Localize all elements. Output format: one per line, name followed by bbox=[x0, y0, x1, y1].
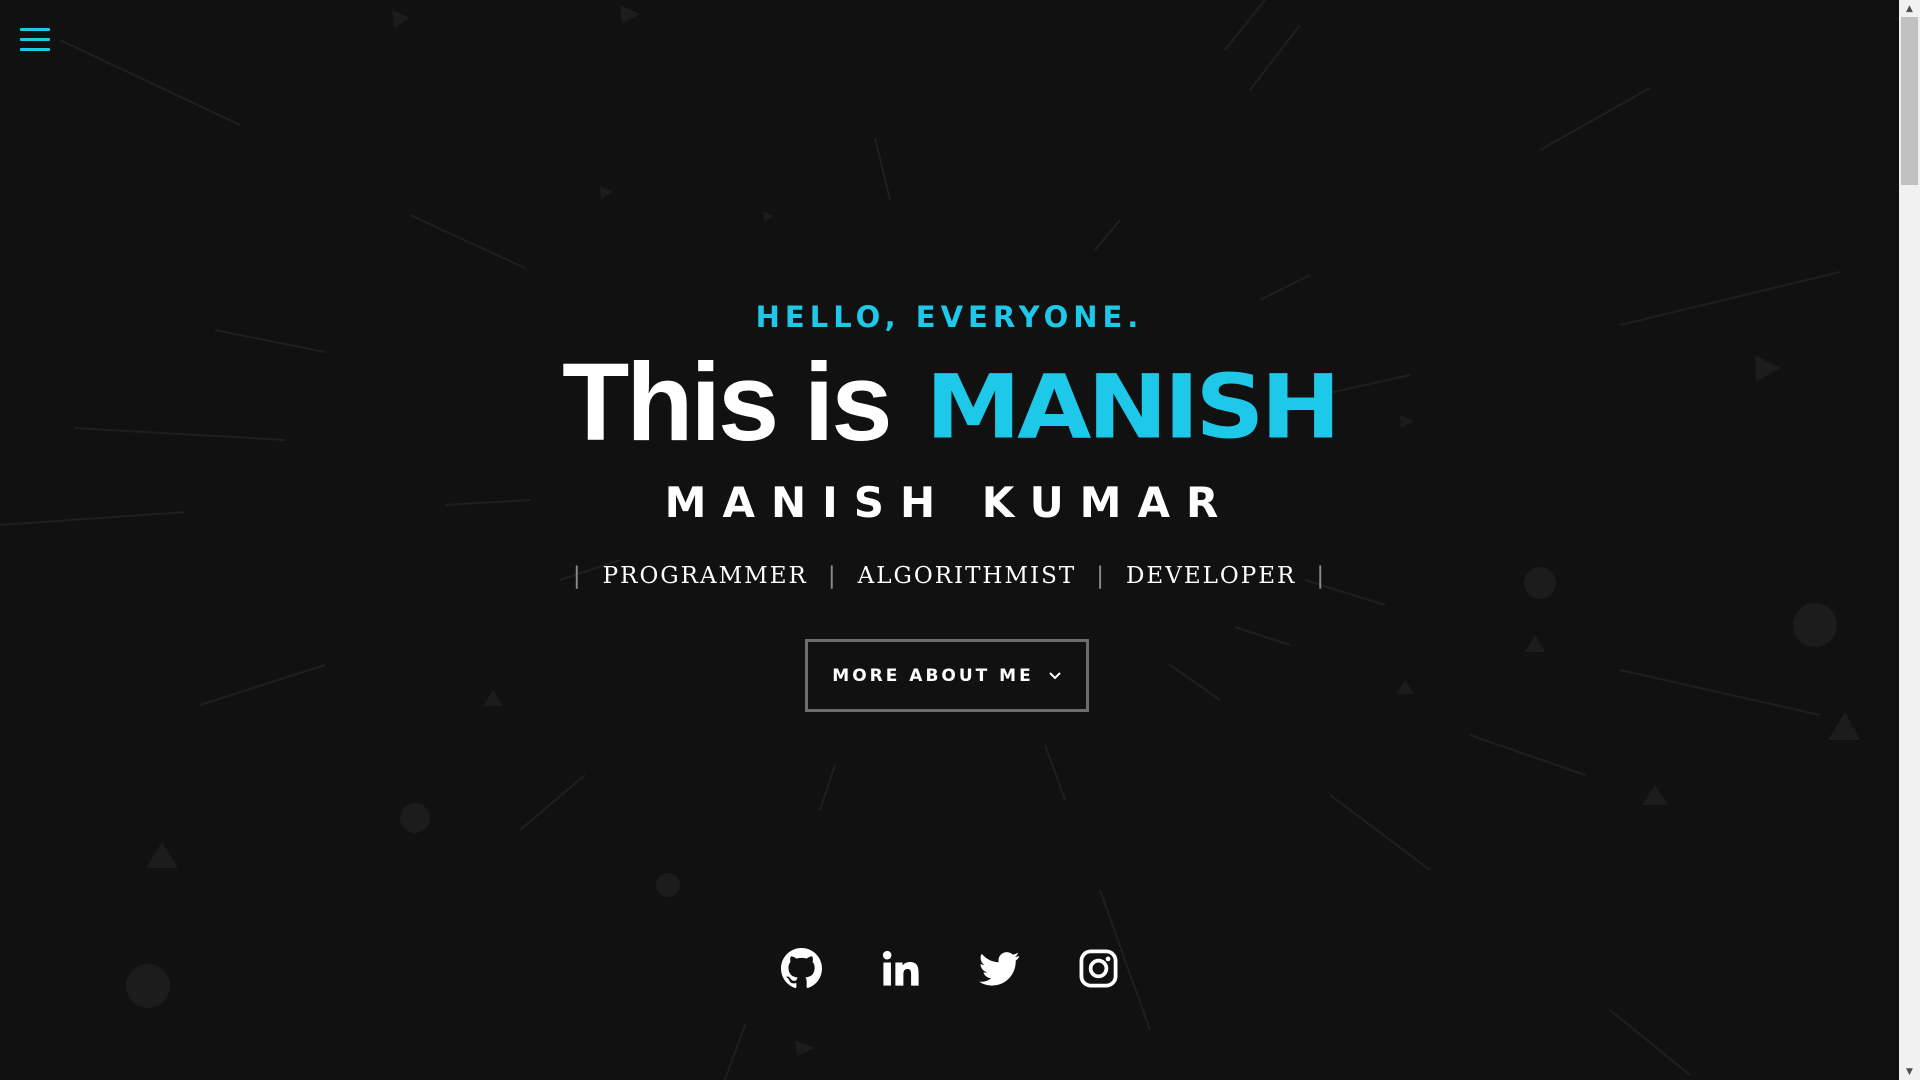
role-separator: | bbox=[827, 563, 838, 589]
role-separator: | bbox=[1316, 563, 1327, 589]
headline: This is MANISH bbox=[0, 338, 1899, 472]
instagram-icon[interactable] bbox=[1078, 948, 1119, 989]
scroll-down-arrow-icon[interactable]: ▼ bbox=[1899, 1063, 1920, 1080]
role-developer: DEVELOPER bbox=[1125, 563, 1297, 589]
page: HELLO, EVERYONE. This is MANISH MANISH KU… bbox=[0, 0, 1899, 1080]
role-separator: | bbox=[572, 563, 583, 589]
role-separator: | bbox=[1096, 563, 1106, 589]
role-programmer: PROGRAMMER bbox=[602, 563, 808, 589]
scroll-up-arrow-icon[interactable]: ▲ bbox=[1899, 0, 1920, 17]
github-icon[interactable] bbox=[780, 948, 822, 989]
chevron-down-icon bbox=[1048, 671, 1062, 681]
more-about-me-label: MORE ABOUT ME bbox=[832, 665, 1034, 686]
hero-section: HELLO, EVERYONE. This is MANISH MANISH KU… bbox=[0, 0, 1899, 1080]
twitter-icon[interactable] bbox=[978, 948, 1020, 989]
headline-prefix: This is bbox=[562, 341, 892, 464]
roles-list: | PROGRAMMER | ALGORITHMIST | DEVELOPER | bbox=[0, 563, 1899, 589]
full-name: MANISH KUMAR bbox=[664, 478, 1235, 527]
more-about-me-button[interactable]: MORE ABOUT ME bbox=[805, 639, 1089, 712]
scrollbar-thumb[interactable] bbox=[1901, 17, 1918, 185]
vertical-scrollbar[interactable]: ▲ ▼ bbox=[1899, 0, 1920, 1080]
social-links bbox=[0, 948, 1899, 989]
linkedin-icon[interactable] bbox=[880, 948, 921, 989]
role-algorithmist: ALGORITHMIST bbox=[857, 563, 1077, 589]
greeting-text: HELLO, EVERYONE. bbox=[755, 300, 1144, 334]
name-logo: MANISH bbox=[925, 355, 1341, 459]
